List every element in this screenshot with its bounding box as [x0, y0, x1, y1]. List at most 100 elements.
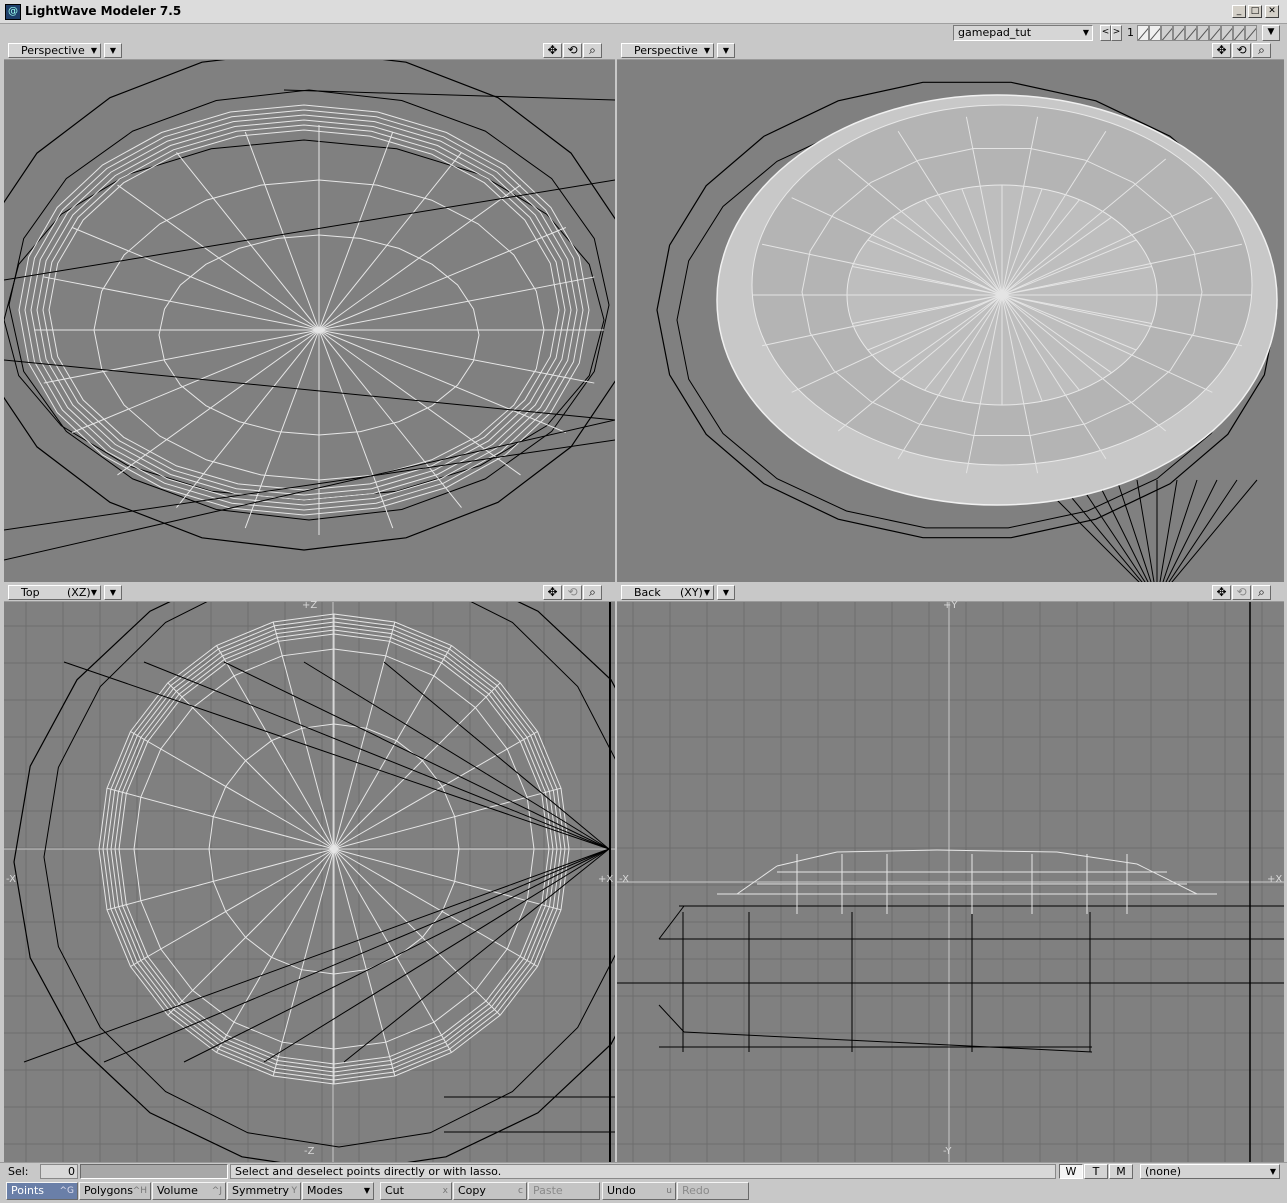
- object-select-value: gamepad_tut: [958, 26, 1032, 39]
- viewport-canvas[interactable]: [4, 60, 615, 582]
- chevron-down-icon: ▼: [90, 588, 97, 597]
- view-axis-label: (XZ): [67, 586, 91, 599]
- redo-label: Redo: [682, 1184, 710, 1197]
- layer-bank-number: 1: [1127, 26, 1134, 39]
- window-title: LightWave Modeler 7.5: [25, 4, 182, 18]
- points-mode-button[interactable]: Points ^G: [6, 1182, 78, 1200]
- layer-slot[interactable]: [1221, 25, 1233, 41]
- pan-icon[interactable]: ✥: [1212, 585, 1231, 600]
- chevron-down-icon: ▼: [703, 46, 710, 55]
- axis-label-bottom: -Y: [943, 1146, 952, 1157]
- pan-icon[interactable]: ✥: [1212, 43, 1231, 58]
- cut-label: Cut: [385, 1184, 404, 1197]
- axis-label-top: +Y: [943, 600, 958, 611]
- shortcut-label: x: [442, 1186, 448, 1196]
- prev-layer-button[interactable]: <: [1100, 25, 1111, 41]
- shortcut-label: ^G: [59, 1186, 74, 1196]
- view-axis-label: (XY): [680, 586, 703, 599]
- layer-slot[interactable]: [1245, 25, 1257, 41]
- cut-button[interactable]: Cut x: [380, 1182, 452, 1200]
- render-style-select[interactable]: ▼: [717, 43, 735, 58]
- symmetry-button[interactable]: Symmetry Y: [227, 1182, 301, 1200]
- axis-label-top: +Z: [302, 600, 318, 611]
- shortcut-label: Y: [291, 1186, 298, 1196]
- pan-icon[interactable]: ✥: [543, 585, 562, 600]
- symmetry-label: Symmetry: [232, 1184, 290, 1197]
- shortcut-label: c: [518, 1186, 523, 1196]
- viewport-back[interactable]: Back (XY) ▼ ▼ ✥ ⟲ ⌕ +Y -Y -X +X: [617, 584, 1284, 1162]
- layer-slot[interactable]: [1161, 25, 1173, 41]
- polygons-mode-button[interactable]: Polygons ^H: [79, 1182, 151, 1200]
- modes-label: Modes: [307, 1184, 343, 1197]
- rotate-icon: ⟲: [1232, 585, 1251, 600]
- bottom-toolbar: Points ^G Polygons ^H Volume ^J Symmetry…: [0, 1181, 1287, 1203]
- viewport-header: Perspective ▼ ▼ ✥ ⟲ ⌕: [4, 42, 615, 60]
- layer-slot[interactable]: [1209, 25, 1221, 41]
- layer-slot[interactable]: [1197, 25, 1209, 41]
- view-type-label: Perspective: [21, 44, 85, 57]
- vertex-map-select[interactable]: (none) ▼: [1140, 1164, 1280, 1179]
- axis-label-left: -X: [619, 874, 629, 885]
- view-type-select[interactable]: Back (XY) ▼: [621, 585, 714, 600]
- layer-menu-button[interactable]: ▼: [1262, 25, 1280, 41]
- shortcut-label: ^H: [132, 1186, 147, 1196]
- undo-button[interactable]: Undo u: [602, 1182, 676, 1200]
- zoom-icon[interactable]: ⌕: [583, 585, 602, 600]
- zoom-icon[interactable]: ⌕: [1252, 585, 1271, 600]
- next-layer-button[interactable]: >: [1111, 25, 1122, 41]
- rotate-icon: ⟲: [563, 585, 582, 600]
- zoom-icon[interactable]: ⌕: [1252, 43, 1271, 58]
- viewport-perspective-right[interactable]: Perspective ▼ ▼ ✥ ⟲ ⌕: [617, 42, 1284, 582]
- modes-dropdown[interactable]: Modes ▼: [302, 1182, 374, 1200]
- title-bar: @ LightWave Modeler 7.5 _ □ ✕: [0, 0, 1287, 24]
- maximize-button[interactable]: □: [1248, 5, 1262, 18]
- rotate-icon[interactable]: ⟲: [563, 43, 582, 58]
- render-style-select[interactable]: ▼: [717, 585, 735, 600]
- render-style-select[interactable]: ▼: [104, 43, 122, 58]
- paste-label: Paste: [533, 1184, 563, 1197]
- layer-slot[interactable]: [1185, 25, 1197, 41]
- selection-count: 0: [40, 1164, 78, 1179]
- layer-slot[interactable]: [1149, 25, 1161, 41]
- viewport-header: Perspective ▼ ▼ ✥ ⟲ ⌕: [617, 42, 1284, 60]
- axis-label-right: +X: [598, 874, 614, 885]
- viewport-canvas[interactable]: [617, 602, 1284, 1162]
- weight-map-button[interactable]: W: [1059, 1164, 1083, 1179]
- lightwave-logo-icon: @: [5, 4, 21, 20]
- render-style-select[interactable]: ▼: [104, 585, 122, 600]
- copy-label: Copy: [458, 1184, 486, 1197]
- view-type-select[interactable]: Top (XZ) ▼: [8, 585, 101, 600]
- layer-slot[interactable]: [1233, 25, 1245, 41]
- volume-mode-label: Volume: [157, 1184, 198, 1197]
- view-type-select[interactable]: Perspective ▼: [8, 43, 101, 58]
- shaded-view: [656, 81, 1278, 582]
- axis-label-bottom: -Z: [304, 1146, 315, 1157]
- view-type-select[interactable]: Perspective ▼: [621, 43, 714, 58]
- polygons-mode-label: Polygons: [84, 1184, 133, 1197]
- layer-slot[interactable]: [1137, 25, 1149, 41]
- redo-button: Redo: [677, 1182, 749, 1200]
- copy-button[interactable]: Copy c: [453, 1182, 527, 1200]
- object-select[interactable]: gamepad_tut ▼: [953, 25, 1093, 41]
- undo-label: Undo: [607, 1184, 636, 1197]
- layer-slot[interactable]: [1173, 25, 1185, 41]
- close-button[interactable]: ✕: [1265, 5, 1279, 18]
- viewport-canvas[interactable]: [617, 60, 1284, 582]
- chevron-down-icon: ▼: [1269, 1167, 1276, 1176]
- volume-mode-button[interactable]: Volume ^J: [152, 1182, 226, 1200]
- zoom-icon[interactable]: ⌕: [583, 43, 602, 58]
- pan-icon[interactable]: ✥: [543, 43, 562, 58]
- view-type-label: Perspective: [634, 44, 698, 57]
- morph-map-button[interactable]: M: [1109, 1164, 1133, 1179]
- texture-map-button[interactable]: T: [1084, 1164, 1108, 1179]
- minimize-button[interactable]: _: [1232, 5, 1246, 18]
- rotate-icon[interactable]: ⟲: [1232, 43, 1251, 58]
- viewport-top[interactable]: Top (XZ) ▼ ▼ ✥ ⟲ ⌕ +Z -Z -X +X: [4, 584, 615, 1162]
- view-type-label: Top: [21, 586, 40, 599]
- progress-bar: [80, 1164, 228, 1179]
- wireframe-view: [4, 60, 615, 561]
- viewport-canvas[interactable]: [4, 602, 615, 1162]
- viewport-perspective-left[interactable]: Perspective ▼ ▼ ✥ ⟲ ⌕: [4, 42, 615, 582]
- shortcut-label: u: [666, 1186, 672, 1196]
- view-type-label: Back: [634, 586, 661, 599]
